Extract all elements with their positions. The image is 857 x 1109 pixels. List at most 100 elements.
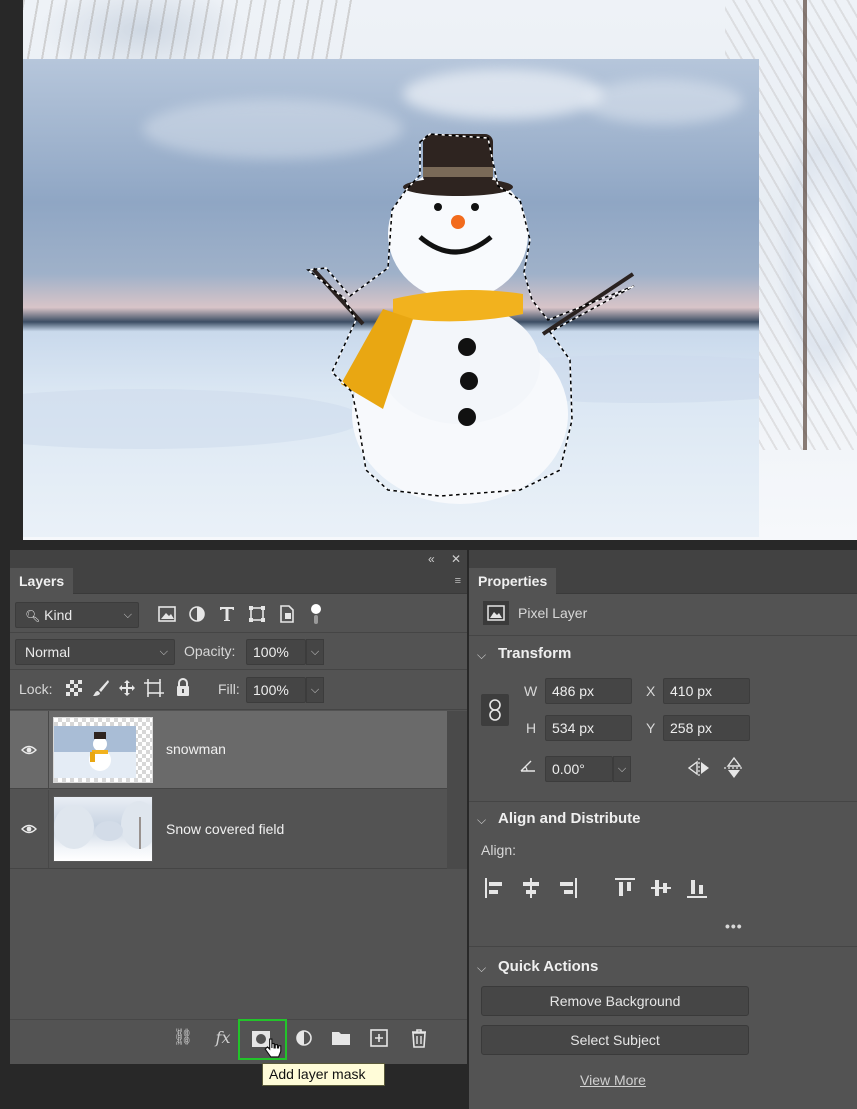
divider: [10, 868, 447, 869]
type-layer-filter-icon[interactable]: [218, 605, 236, 623]
flip-vertical-icon[interactable]: [723, 755, 745, 781]
link-layers-icon[interactable]: ⛓: [172, 1028, 194, 1048]
group-folder-icon[interactable]: [330, 1028, 352, 1048]
add-layer-mask-tooltip: Add layer mask: [262, 1063, 385, 1086]
lock-all-icon[interactable]: [175, 678, 191, 697]
snowman-thumbnail-image: [54, 726, 136, 778]
remove-background-button[interactable]: Remove Background: [481, 986, 749, 1016]
properties-panel: Properties Pixel Layer ⌵ Transform W 486…: [469, 550, 857, 1109]
new-layer-icon[interactable]: [368, 1028, 390, 1048]
divider: [48, 790, 49, 868]
fill-chevron-icon[interactable]: ⌵: [306, 677, 324, 703]
layers-panel-header: « ✕: [10, 550, 467, 568]
layer-thumbnail-snow-field: [53, 796, 153, 862]
marching-ants-selection: [306, 133, 635, 497]
layer-name: snowman: [166, 741, 226, 757]
divider: [469, 801, 857, 802]
more-options-icon[interactable]: •••: [725, 918, 743, 934]
opacity-chevron-icon[interactable]: ⌵: [306, 639, 324, 665]
smart-object-filter-icon[interactable]: [278, 605, 296, 623]
tab-properties[interactable]: Properties: [469, 568, 557, 595]
lock-transparent-pixels-icon[interactable]: [66, 680, 82, 696]
divider: [48, 711, 49, 789]
delete-layer-trash-icon[interactable]: [408, 1028, 430, 1048]
divider: [10, 669, 467, 670]
transform-section-title[interactable]: Transform: [498, 645, 571, 662]
close-panel-icon[interactable]: ✕: [451, 552, 461, 566]
angle-icon: [520, 760, 535, 772]
chevron-down-icon: ⌵: [159, 646, 168, 658]
height-input[interactable]: 534 px: [545, 715, 632, 741]
layers-footer-toolbar: ⛓ fx: [10, 1019, 467, 1060]
divider: [10, 709, 467, 710]
shape-layer-filter-icon[interactable]: [248, 605, 266, 623]
layers-scrollbar[interactable]: [447, 711, 467, 869]
flip-horizontal-icon[interactable]: [686, 757, 712, 779]
filter-kind-dropdown[interactable]: 🔍︎ Kind ⌵: [15, 602, 139, 628]
align-bottom-edges-icon[interactable]: [686, 877, 708, 899]
layer-row-snow-covered-field[interactable]: Snow covered field: [10, 790, 447, 868]
properties-panel-header: [469, 550, 857, 568]
adjustment-layer-filter-icon[interactable]: [188, 605, 206, 623]
tab-layers[interactable]: Layers: [10, 568, 74, 595]
y-position-input[interactable]: 258 px: [663, 715, 750, 741]
adjustment-layer-icon[interactable]: [294, 1028, 316, 1048]
panel-menu-icon[interactable]: ≡: [455, 575, 461, 587]
blend-mode-value: Normal: [25, 644, 71, 660]
align-vertical-centers-icon[interactable]: [650, 877, 672, 899]
align-left-edges-icon[interactable]: [484, 877, 506, 899]
fx-layer-style-icon[interactable]: fx: [212, 1028, 234, 1048]
divider: [469, 946, 857, 947]
filter-kind-label: Kind: [44, 607, 73, 623]
select-subject-button[interactable]: Select Subject: [481, 1025, 749, 1055]
lock-label: Lock:: [19, 681, 53, 697]
eye-visibility-icon[interactable]: [21, 824, 37, 834]
align-top-edges-icon[interactable]: [614, 877, 636, 899]
layers-tabbar: Layers ≡: [10, 568, 467, 595]
height-label: H: [526, 720, 537, 736]
angle-chevron-icon[interactable]: ⌵: [613, 756, 631, 782]
filter-toggle-icon[interactable]: [310, 603, 322, 625]
layer-name: Snow covered field: [166, 821, 285, 837]
link-dimensions-icon[interactable]: [481, 694, 509, 726]
opacity-input[interactable]: 100%: [246, 639, 306, 665]
width-input[interactable]: 486 px: [545, 678, 632, 704]
document-canvas[interactable]: [0, 0, 857, 546]
snow-field-thumbnail-image: [54, 801, 152, 849]
layer-thumbnail-snowman: [53, 717, 153, 783]
lock-artboard-icon[interactable]: [144, 679, 164, 697]
eye-visibility-icon[interactable]: [21, 745, 37, 755]
chevron-down-icon[interactable]: ⌵: [477, 648, 486, 663]
divider: [469, 635, 857, 636]
divider: [10, 788, 447, 789]
lock-position-move-icon[interactable]: [118, 679, 136, 697]
align-section-title[interactable]: Align and Distribute: [498, 810, 641, 827]
pixel-layer-filter-icon[interactable]: [158, 605, 176, 623]
width-label: W: [524, 683, 538, 699]
align-right-edges-icon[interactable]: [556, 877, 578, 899]
properties-tabbar: Properties: [469, 568, 857, 595]
hand-cursor-icon: [264, 1038, 282, 1058]
quick-actions-section-title[interactable]: Quick Actions: [498, 958, 598, 975]
collapse-panel-icon[interactable]: «: [428, 552, 435, 566]
pixel-layer-icon: [483, 601, 509, 625]
search-icon: 🔍︎: [25, 609, 41, 623]
lock-image-pixels-brush-icon[interactable]: [92, 679, 110, 697]
view-more-link[interactable]: View More: [580, 1072, 646, 1088]
layer-row-snowman[interactable]: snowman: [10, 711, 447, 789]
chevron-down-icon[interactable]: ⌵: [477, 813, 486, 828]
fill-label: Fill:: [218, 681, 240, 697]
x-position-input[interactable]: 410 px: [663, 678, 750, 704]
align-horizontal-centers-icon[interactable]: [520, 877, 542, 899]
chevron-down-icon: ⌵: [123, 609, 132, 621]
y-label: Y: [646, 720, 656, 736]
layer-type-label: Pixel Layer: [518, 605, 588, 621]
blend-mode-dropdown[interactable]: Normal ⌵: [15, 639, 175, 665]
opacity-label: Opacity:: [184, 643, 236, 659]
align-label: Align:: [481, 842, 517, 858]
layers-panel: « ✕ Layers ≡ 🔍︎ Kind ⌵ Normal ⌵ Opacity:…: [10, 550, 467, 1064]
chevron-down-icon[interactable]: ⌵: [477, 961, 486, 976]
fill-input[interactable]: 100%: [246, 677, 306, 703]
x-label: X: [646, 683, 656, 699]
angle-input[interactable]: 0.00°: [545, 756, 613, 782]
